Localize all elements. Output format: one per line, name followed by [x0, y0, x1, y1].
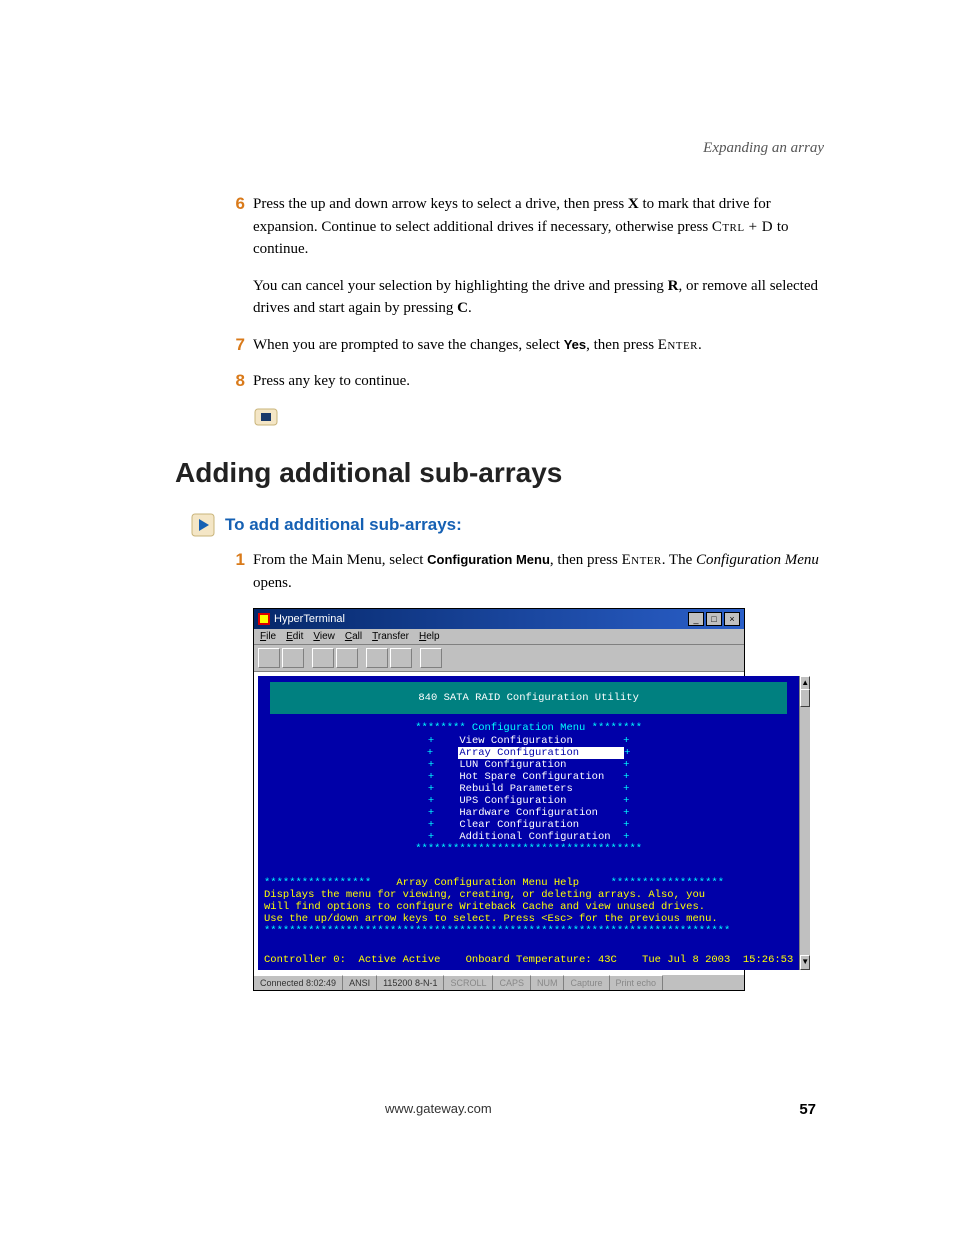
status-emulation: ANSI — [343, 975, 377, 990]
step: 7When you are prompted to save the chang… — [219, 334, 824, 357]
footer-url: www.gateway.com — [385, 1101, 492, 1118]
toolbar-button[interactable] — [390, 648, 412, 668]
help-line: Use the up/down arrow keys to select. Pr… — [264, 913, 718, 925]
minimize-button[interactable]: _ — [688, 612, 704, 626]
step-text: From the Main Menu, select Configuration… — [253, 549, 824, 594]
config-menu-item[interactable]: + Array Configuration + — [264, 747, 793, 759]
status-indicator: SCROLL — [444, 975, 493, 990]
help-line: Displays the menu for viewing, creating,… — [264, 889, 705, 901]
config-menu-item[interactable]: + Clear Configuration + — [264, 819, 793, 831]
toolbar-button[interactable] — [420, 648, 442, 668]
step-text: Press the up and down arrow keys to sele… — [253, 193, 824, 261]
help-footer-line: ****************************************… — [264, 925, 730, 937]
menu-edit[interactable]: Edit — [286, 631, 303, 642]
status-connection: Connected 8:02:49 — [254, 975, 343, 990]
status-indicator: CAPS — [493, 975, 531, 990]
statusbar: Connected 8:02:49ANSI115200 8-N-1SCROLLC… — [254, 974, 744, 990]
menu-footer-line: ************************************ — [264, 843, 793, 855]
end-of-procedure-icon — [253, 407, 824, 429]
menu-view[interactable]: View — [313, 631, 335, 642]
help-line: will find options to configure Writeback… — [264, 901, 705, 913]
step-text: Press any key to continue. — [253, 370, 824, 393]
app-icon — [258, 613, 270, 625]
step: 1From the Main Menu, select Configuratio… — [219, 549, 824, 594]
close-button[interactable]: × — [724, 612, 740, 626]
utility-title: 840 SATA RAID Configuration Utility — [270, 682, 787, 714]
help-title: Array Configuration Menu Help — [396, 877, 579, 889]
config-menu-item[interactable]: + UPS Configuration + — [264, 795, 793, 807]
toolbar-button[interactable] — [336, 648, 358, 668]
maximize-button[interactable]: □ — [706, 612, 722, 626]
running-header: Expanding an array — [175, 140, 824, 157]
window-title: HyperTerminal — [274, 613, 345, 625]
step: 6Press the up and down arrow keys to sel… — [219, 193, 824, 261]
procedure-heading-row: To add additional sub-arrays: — [191, 513, 824, 537]
toolbar-button[interactable] — [312, 648, 334, 668]
toolbar-button[interactable] — [258, 648, 280, 668]
menu-file[interactable]: File — [260, 631, 276, 642]
status-indicator: NUM — [531, 975, 565, 990]
step-number: 7 — [219, 334, 253, 357]
vertical-scrollbar[interactable]: ▲ ▼ — [799, 676, 810, 969]
step-text: When you are prompted to save the change… — [253, 334, 824, 357]
procedure-heading: To add additional sub-arrays: — [225, 515, 462, 535]
help-stars-left: ***************** — [264, 877, 371, 889]
config-menu-item[interactable]: + LUN Configuration + — [264, 759, 793, 771]
scroll-thumb[interactable] — [800, 689, 810, 707]
toolbar-button[interactable] — [282, 648, 304, 668]
help-stars-right: ****************** — [611, 877, 724, 889]
menu-help[interactable]: Help — [419, 631, 440, 642]
steps-continued: 6Press the up and down arrow keys to sel… — [219, 193, 824, 429]
menu-call[interactable]: Call — [345, 631, 362, 642]
status-indicator: Capture — [564, 975, 609, 990]
step-number: 1 — [219, 549, 253, 594]
menu-transfer[interactable]: Transfer — [372, 631, 409, 642]
config-menu-item[interactable]: + Additional Configuration + — [264, 831, 793, 843]
step: 8Press any key to continue. — [219, 370, 824, 393]
config-menu-item[interactable]: + Hot Spare Configuration + — [264, 771, 793, 783]
window-titlebar: HyperTerminal _ □ × — [254, 609, 744, 629]
page-footer: www.gateway.com 57 — [175, 1101, 824, 1118]
status-port: 115200 8-N-1 — [377, 975, 444, 990]
step-continuation: You can cancel your selection by highlig… — [253, 275, 824, 320]
config-menu-item[interactable]: + Hardware Configuration + — [264, 807, 793, 819]
menu-header: ******** Configuration Menu ******** — [264, 722, 793, 734]
terminal-area: 840 SATA RAID Configuration Utility ****… — [258, 676, 799, 969]
menubar: File Edit View Call Transfer Help — [254, 629, 744, 645]
step-number: 6 — [219, 193, 253, 261]
config-menu-item[interactable]: + Rebuild Parameters + — [264, 783, 793, 795]
scroll-down-button[interactable]: ▼ — [800, 955, 810, 970]
status-indicator: Print echo — [610, 975, 664, 990]
section-title: Adding additional sub-arrays — [175, 457, 824, 489]
step-number: 8 — [219, 370, 253, 393]
config-menu-item[interactable]: + View Configuration + — [264, 735, 793, 747]
controller-status-line: Controller 0: Active Active Onboard Temp… — [264, 954, 793, 966]
steps-new: 1From the Main Menu, select Configuratio… — [219, 549, 824, 594]
page-number: 57 — [799, 1101, 816, 1118]
toolbar — [254, 645, 744, 672]
play-icon — [191, 513, 215, 537]
toolbar-button[interactable] — [366, 648, 388, 668]
embedded-screenshot: HyperTerminal _ □ × File Edit View Call Tran… — [253, 608, 745, 990]
